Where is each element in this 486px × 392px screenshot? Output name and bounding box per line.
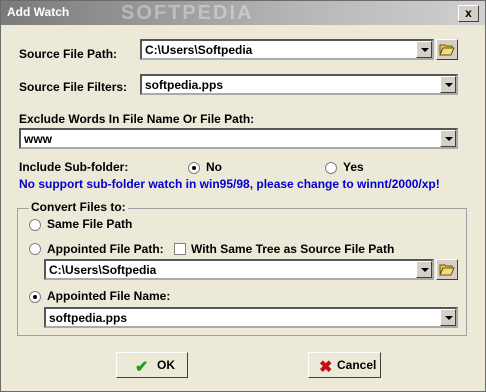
subfolder-warning: No support sub-folder watch in win95/98,… [19, 177, 440, 191]
subfolder-label: Include Sub-folder: [19, 160, 129, 174]
chevron-down-icon[interactable] [440, 76, 456, 93]
appointed-path-label: Appointed File Path: [47, 242, 164, 256]
appointed-name-radio[interactable] [29, 291, 41, 303]
source-path-value: C:\Users\Softpedia [145, 43, 253, 57]
same-tree-label: With Same Tree as Source File Path [191, 242, 395, 256]
chevron-down-icon[interactable] [440, 309, 456, 326]
checkmark-icon: ✔ [135, 359, 149, 376]
cancel-label: Cancel [337, 358, 377, 372]
window-title: Add Watch [7, 5, 70, 19]
add-watch-dialog: Add Watch SOFTPEDIA x Source File Path: … [0, 0, 486, 392]
source-path-label: Source File Path: [19, 47, 118, 61]
subfolder-yes-radio[interactable] [325, 162, 337, 174]
close-button[interactable]: x [458, 5, 479, 22]
browse-source-button[interactable] [436, 39, 458, 60]
appointed-path-value: C:\Users\Softpedia [49, 263, 157, 277]
appointed-path-combo[interactable]: C:\Users\Softpedia [44, 259, 434, 280]
appointed-name-value: softpedia.pps [49, 311, 128, 325]
exclude-combo[interactable]: www [19, 128, 458, 149]
ok-label: OK [157, 358, 175, 372]
same-path-label: Same File Path [47, 217, 133, 231]
appointed-name-label: Appointed File Name: [47, 289, 171, 303]
chevron-down-icon[interactable] [416, 41, 432, 58]
chevron-down-icon[interactable] [416, 261, 432, 278]
same-tree-checkbox[interactable] [174, 243, 186, 255]
close-icon: ✖ [319, 359, 333, 376]
source-path-combo[interactable]: C:\Users\Softpedia [140, 39, 434, 60]
exclude-value: www [24, 132, 53, 146]
appointed-name-combo[interactable]: softpedia.pps [44, 307, 458, 328]
folder-open-icon [439, 44, 455, 56]
source-filters-label: Source File Filters: [19, 80, 128, 94]
appointed-path-radio[interactable] [29, 243, 41, 255]
source-filters-value: softpedia.pps [145, 78, 224, 92]
watermark: SOFTPEDIA [121, 2, 254, 24]
subfolder-no-radio[interactable] [188, 162, 200, 174]
folder-open-icon [439, 264, 455, 276]
same-path-radio[interactable] [29, 219, 41, 231]
browse-appointed-button[interactable] [436, 259, 458, 280]
ok-button[interactable]: ✔ OK [116, 352, 188, 378]
chevron-down-icon[interactable] [440, 130, 456, 147]
exclude-label: Exclude Words In File Name Or File Path: [19, 112, 255, 126]
cancel-button[interactable]: ✖ Cancel [308, 352, 381, 378]
title-bar[interactable]: Add Watch SOFTPEDIA x [1, 1, 485, 25]
source-filters-combo[interactable]: softpedia.pps [140, 74, 458, 95]
subfolder-yes-label: Yes [343, 160, 364, 174]
convert-group-label: Convert Files to: [29, 200, 128, 214]
subfolder-no-label: No [206, 160, 222, 174]
